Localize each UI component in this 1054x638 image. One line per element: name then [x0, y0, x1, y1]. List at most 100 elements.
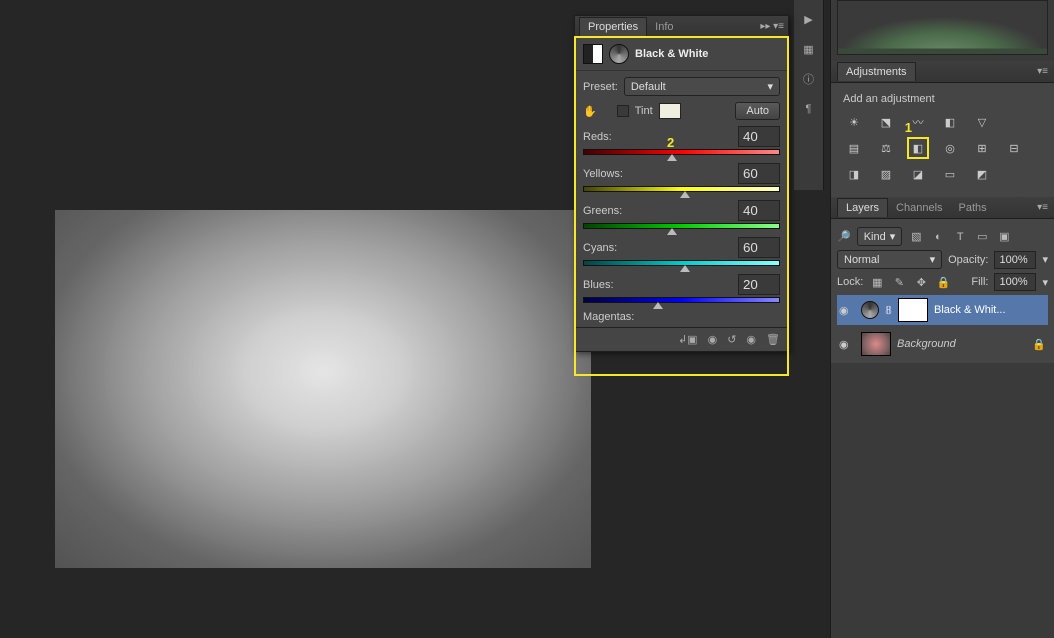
posterize-icon[interactable]: ▨: [875, 163, 897, 185]
layer-name[interactable]: Background: [897, 338, 956, 350]
slider-input[interactable]: [738, 274, 780, 295]
fill-input[interactable]: 100%: [994, 273, 1036, 291]
threshold-icon[interactable]: ◪: [907, 163, 929, 185]
magentas-label: Magentas:: [583, 311, 634, 323]
slider-label: Greens:: [583, 205, 622, 217]
photo-filter-icon[interactable]: ◎: [939, 137, 961, 159]
adjustments-menu-icon[interactable]: ▾≡: [1037, 66, 1048, 77]
slider-label: Reds:: [583, 131, 612, 143]
vibrance-icon[interactable]: ▽: [971, 111, 993, 133]
filter-kind-label: Kind: [864, 231, 886, 243]
tab-adjustments[interactable]: Adjustments: [837, 62, 916, 81]
selective-color-icon[interactable]: ◩: [971, 163, 993, 185]
adjustments-label: Add an adjustment: [843, 93, 1042, 105]
tab-layers[interactable]: Layers: [837, 198, 888, 217]
invert-icon[interactable]: ◨: [843, 163, 865, 185]
tab-paths[interactable]: Paths: [951, 199, 995, 217]
clip-to-layer-icon[interactable]: ↲▣: [678, 333, 698, 346]
lock-all-icon[interactable]: 🔒: [935, 274, 951, 290]
tint-swatch[interactable]: [659, 103, 681, 119]
slider-label: Yellows:: [583, 168, 623, 180]
blend-mode-select[interactable]: Normal ▾: [837, 250, 942, 269]
chevron-down-icon: ▾: [890, 230, 896, 243]
filter-type-icon[interactable]: T: [952, 229, 968, 245]
layer-row-bw[interactable]: ◉ 𝟠 Black & Whit...: [837, 295, 1048, 325]
slider-input[interactable]: [738, 200, 780, 221]
lock-icon[interactable]: 🔒: [1032, 338, 1046, 351]
layers-menu-icon[interactable]: ▾≡: [1037, 202, 1048, 213]
trash-icon[interactable]: 🗑: [766, 333, 780, 346]
layer-thumb[interactable]: [861, 332, 891, 356]
mask-icon[interactable]: [609, 44, 629, 64]
color-lookup-icon[interactable]: ⊟: [1003, 137, 1025, 159]
filter-kind-icon[interactable]: 🔎: [837, 230, 851, 243]
black-white-icon[interactable]: ◧: [907, 137, 929, 159]
chevron-down-icon: ▾: [767, 80, 773, 93]
opacity-label: Opacity:: [948, 254, 988, 266]
slider-reds: Reds:: [583, 126, 780, 159]
annotation-1: 1: [905, 120, 912, 135]
slider-handle[interactable]: [653, 302, 663, 309]
slider-track[interactable]: [583, 186, 780, 196]
slider-label: Blues:: [583, 279, 614, 291]
visibility-icon[interactable]: ◉: [746, 333, 756, 346]
filter-smart-icon[interactable]: ▣: [996, 229, 1012, 245]
slider-input[interactable]: [738, 237, 780, 258]
tab-info[interactable]: Info: [647, 18, 681, 36]
lock-paint-icon[interactable]: ✎: [891, 274, 907, 290]
filter-adjust-icon[interactable]: ◐: [930, 229, 946, 245]
auto-button[interactable]: Auto: [735, 102, 780, 120]
slider-track[interactable]: [583, 297, 780, 307]
exposure-icon[interactable]: ◧: [939, 111, 961, 133]
chevron-down-icon[interactable]: ▾: [1042, 276, 1048, 289]
visibility-icon[interactable]: ◉: [839, 338, 855, 351]
slider-track[interactable]: [583, 223, 780, 233]
view-previous-icon[interactable]: ◉: [708, 333, 718, 346]
document-photo[interactable]: [55, 210, 591, 568]
color-balance-icon[interactable]: ⚖: [875, 137, 897, 159]
lock-transparency-icon[interactable]: ▦: [869, 274, 885, 290]
info-icon[interactable]: ⓘ: [800, 70, 818, 88]
chevron-down-icon: ▾: [930, 253, 936, 266]
slider-track[interactable]: [583, 260, 780, 270]
lock-position-icon[interactable]: ✥: [913, 274, 929, 290]
slider-handle[interactable]: [667, 154, 677, 161]
slider-handle[interactable]: [667, 228, 677, 235]
panel-collapse-icon[interactable]: ▸▸ ▾≡: [760, 21, 784, 32]
slider-greens: Greens:: [583, 200, 780, 233]
link-icon[interactable]: 𝟠: [885, 304, 892, 317]
filter-kind-select[interactable]: Kind ▾: [857, 227, 903, 246]
opacity-input[interactable]: 100%: [994, 251, 1036, 269]
layer-name[interactable]: Black & Whit...: [934, 304, 1006, 316]
channel-mixer-icon[interactable]: ⊞: [971, 137, 993, 159]
brightness-contrast-icon[interactable]: ☀: [843, 111, 865, 133]
tab-properties[interactable]: Properties: [579, 17, 647, 36]
reset-icon[interactable]: ↺: [727, 333, 736, 346]
levels-icon[interactable]: ⬔: [875, 111, 897, 133]
chevron-down-icon[interactable]: ▾: [1042, 253, 1048, 266]
annotation-2: 2: [667, 135, 674, 150]
slider-handle[interactable]: [680, 265, 690, 272]
slider-input[interactable]: [738, 163, 780, 184]
hue-sat-icon[interactable]: ▤: [843, 137, 865, 159]
play-icon[interactable]: ▶: [800, 10, 818, 28]
layer-row-background[interactable]: ◉ Background 🔒: [837, 329, 1048, 359]
hand-tool-icon[interactable]: ✋: [583, 105, 597, 118]
slider-track[interactable]: [583, 149, 780, 159]
histogram[interactable]: [837, 0, 1048, 55]
filter-pixel-icon[interactable]: ▧: [908, 229, 924, 245]
gradient-map-icon[interactable]: ▭: [939, 163, 961, 185]
layer-mask-thumb[interactable]: [898, 298, 928, 322]
tint-label: Tint: [635, 105, 653, 117]
filter-shape-icon[interactable]: ▭: [974, 229, 990, 245]
preset-select[interactable]: Default ▾: [624, 77, 780, 96]
visibility-icon[interactable]: ◉: [839, 304, 855, 317]
slider-input[interactable]: [738, 126, 780, 147]
tint-checkbox[interactable]: [617, 105, 629, 117]
slider-handle[interactable]: [680, 191, 690, 198]
paragraph-icon[interactable]: ¶: [800, 100, 818, 118]
tab-channels[interactable]: Channels: [888, 199, 950, 217]
swatches-icon[interactable]: ▦: [800, 40, 818, 58]
preset-label: Preset:: [583, 81, 618, 93]
preset-value: Default: [631, 81, 666, 93]
